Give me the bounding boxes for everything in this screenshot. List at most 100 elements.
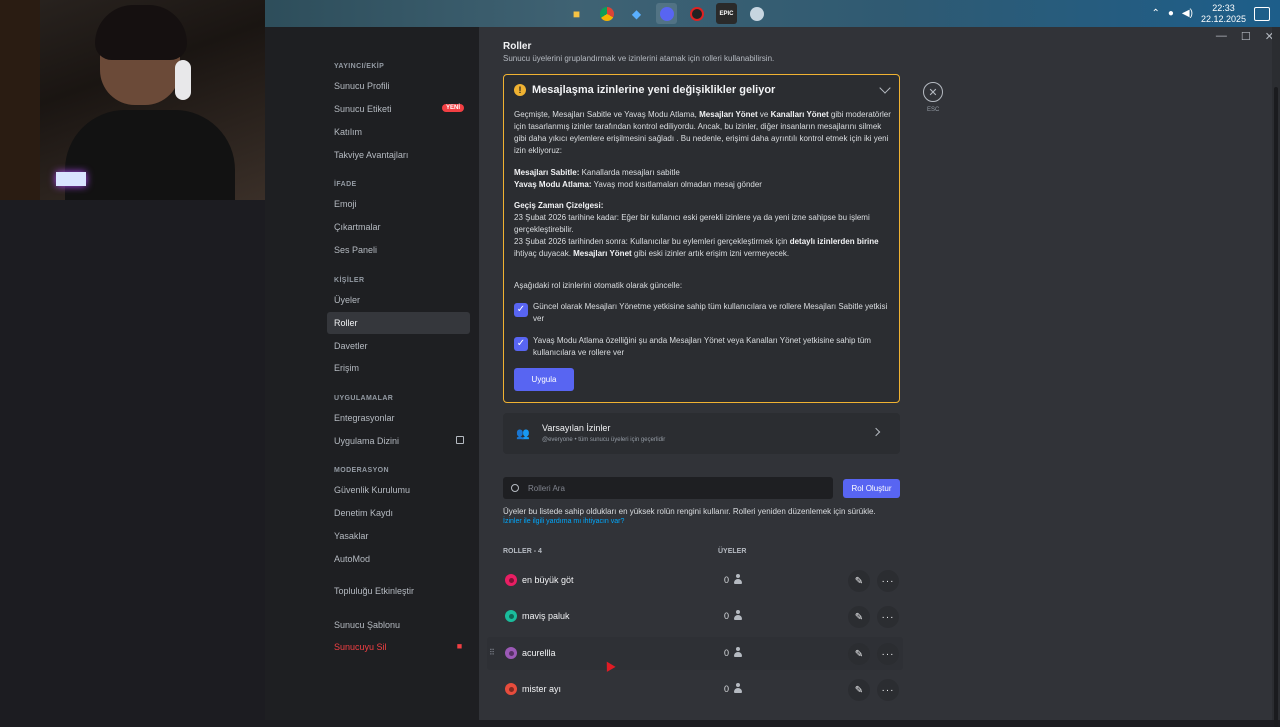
sidebar-item-invites[interactable]: Davetler	[327, 335, 470, 357]
apply-button[interactable]: Uygula	[514, 368, 574, 391]
clock[interactable]: 22:33 22.12.2025	[1201, 3, 1246, 25]
sidebar-item-delete-server[interactable]: Sunucuyu Sil ■	[327, 636, 470, 658]
column-header-members: ÜYELER	[718, 548, 747, 555]
sidebar-item-label: Erişim	[334, 363, 359, 373]
ellipsis-icon: ···	[881, 684, 895, 696]
notice-title: Mesajlaşma izinlerine yeni değişiklikler…	[532, 84, 776, 96]
table-row[interactable]: ⠿ acurellla 0 ✎ ···	[487, 637, 903, 670]
maximize-icon[interactable]: ☐	[1241, 30, 1251, 43]
more-options-button[interactable]: ···	[877, 679, 899, 701]
pencil-icon: ✎	[854, 648, 864, 660]
headphone-icon	[175, 60, 191, 100]
scrollbar-thumb[interactable]	[1274, 87, 1278, 727]
notice-bold: Kanalları Yönet	[770, 110, 829, 119]
member-icon	[733, 574, 743, 585]
create-role-button[interactable]: Rol Oluştur	[843, 479, 900, 498]
section-publisher: YAYINCI/EKİP	[334, 63, 385, 70]
sidebar-item-access[interactable]: Erişim	[327, 357, 470, 379]
table-row[interactable]: mister ayı 0 ✎ ···	[487, 673, 903, 706]
checkbox-label: Yavaş Modu Atlama özelliğini şu anda Mes…	[533, 336, 871, 357]
new-badge: YENİ	[441, 104, 464, 112]
notice-paragraph: Geçmişte, Mesajları Sabitle ve Yavaş Mod…	[514, 109, 892, 157]
sidebar-item-label: Emoji	[334, 199, 357, 209]
role-search[interactable]	[503, 477, 833, 499]
sidebar-item-label: Uygulama Dizini	[334, 436, 400, 446]
volume-icon[interactable]: ◀)	[1182, 8, 1193, 19]
sidebar-item-integrations[interactable]: Entegrasyonlar	[327, 407, 470, 429]
sidebar-item-label: Katılım	[334, 127, 363, 137]
window-controls: — ☐ ✕	[1216, 30, 1274, 43]
notice-timeline-label: Geçiş Zaman Çizelgesi:	[514, 200, 892, 212]
notice-bold: Yavaş Modu Atlama:	[514, 180, 592, 189]
more-options-button[interactable]: ···	[877, 643, 899, 665]
edit-role-button[interactable]: ✎	[848, 679, 870, 701]
checkbox-label: Güncel olarak Mesajları Yönetme yetkisin…	[533, 302, 888, 323]
webcam-background-shelf	[0, 0, 40, 200]
drag-handle-icon[interactable]: ⠿	[489, 648, 495, 657]
default-permissions-row[interactable]: 👥 Varsayılan İzinler @everyone • tüm sun…	[503, 413, 900, 454]
clock-time: 22:33	[1212, 2, 1235, 13]
sidebar-item-roles[interactable]: Roller	[327, 312, 470, 334]
search-input[interactable]	[528, 483, 818, 493]
permissions-help-link[interactable]: İzinler ile ilgili yardıma mı ihtiyacın …	[503, 518, 624, 525]
obs-icon[interactable]	[686, 3, 707, 24]
notice-header: ! Mesajlaşma izinlerine yeni değişiklikl…	[514, 84, 775, 96]
sidebar-item-label: Sunucu Şablonu	[334, 620, 401, 630]
ellipsis-icon: ···	[881, 648, 895, 660]
role-member-count: 0	[724, 575, 730, 585]
more-options-button[interactable]: ···	[877, 570, 899, 592]
steam-icon[interactable]	[746, 3, 767, 24]
sidebar-item-safety-setup[interactable]: Güvenlik Kurulumu	[327, 479, 470, 501]
checkbox-pin-messages[interactable]: ✓	[514, 303, 528, 317]
search-icon	[511, 484, 519, 492]
sidebar-item-engagement[interactable]: Katılım	[327, 121, 470, 143]
table-row[interactable]: maviş paluk 0 ✎ ···	[487, 600, 903, 633]
sidebar-item-members[interactable]: Üyeler	[327, 289, 470, 311]
edit-role-button[interactable]: ✎	[848, 643, 870, 665]
sidebar-item-stickers[interactable]: Çıkartmalar	[327, 216, 470, 238]
sidebar-item-app-directory[interactable]: Uygulama Dizini	[327, 430, 470, 452]
webcam-person-body	[65, 110, 235, 200]
sidebar-item-automod[interactable]: AutoMod	[327, 548, 470, 570]
role-shield-icon	[505, 610, 517, 622]
checkbox-row-slowmode[interactable]: ✓ Yavaş Modu Atlama özelliğini şu anda M…	[514, 335, 892, 359]
checkbox-row-pin[interactable]: ✓ Güncel olarak Mesajları Yönetme yetkis…	[514, 301, 892, 325]
chrome-icon[interactable]	[596, 3, 617, 24]
close-icon[interactable]: ✕	[923, 82, 943, 102]
sidebar-item-label: Çıkartmalar	[334, 222, 381, 232]
role-name: maviş paluk	[522, 611, 570, 621]
sidebar-item-emoji[interactable]: Emoji	[327, 193, 470, 215]
chevron-down-icon[interactable]	[879, 82, 891, 94]
sidebar-item-server-profile[interactable]: Sunucu Profili	[327, 75, 470, 97]
sidebar-item-server-template[interactable]: Sunucu Şablonu	[327, 614, 470, 636]
folder-icon[interactable]: ■	[566, 3, 587, 24]
checkbox-bypass-slowmode[interactable]: ✓	[514, 337, 528, 351]
scrollbar[interactable]	[1272, 27, 1280, 727]
notice-timeline-1: 23 Şubat 2026 tarihine kadar: Eğer bir k…	[514, 213, 870, 234]
sidebar-item-label: Sunucu Profili	[334, 81, 390, 91]
role-shield-icon	[505, 647, 517, 659]
sidebar-item-boost-perks[interactable]: Takviye Avantajları	[327, 144, 470, 166]
sidebar-item-enable-community[interactable]: Topluluğu Etkinleştir	[327, 580, 470, 602]
notification-icon[interactable]	[1254, 6, 1270, 21]
section-moderation: MODERASYON	[334, 467, 389, 474]
epic-icon[interactable]: EPIC	[716, 3, 737, 24]
sidebar-item-audit-log[interactable]: Denetim Kaydı	[327, 502, 470, 524]
discord-icon[interactable]	[656, 3, 677, 24]
section-people: KİŞİLER	[334, 277, 365, 284]
table-row[interactable]: en büyük göt 0 ✎ ···	[487, 564, 903, 597]
edit-role-button[interactable]: ✎	[848, 606, 870, 628]
sidebar-item-label: Sunucuyu Sil	[334, 642, 387, 652]
app-icon[interactable]: ◆	[626, 3, 647, 24]
notice-text: 23 Şubat 2026 tarihinden sonra: Kullanıc…	[514, 237, 790, 246]
sidebar-item-soundboard[interactable]: Ses Paneli	[327, 239, 470, 261]
microphone-icon[interactable]: ●	[1168, 8, 1174, 19]
edit-role-button[interactable]: ✎	[848, 570, 870, 592]
sidebar-item-bans[interactable]: Yasaklar	[327, 525, 470, 547]
minimize-icon[interactable]: —	[1216, 30, 1227, 43]
member-icon	[733, 683, 743, 694]
more-options-button[interactable]: ···	[877, 606, 899, 628]
ellipsis-icon: ···	[881, 575, 895, 587]
chevron-up-icon[interactable]: ⌃	[1151, 8, 1159, 19]
sidebar-item-server-tag[interactable]: Sunucu Etiketi YENİ	[327, 98, 470, 120]
